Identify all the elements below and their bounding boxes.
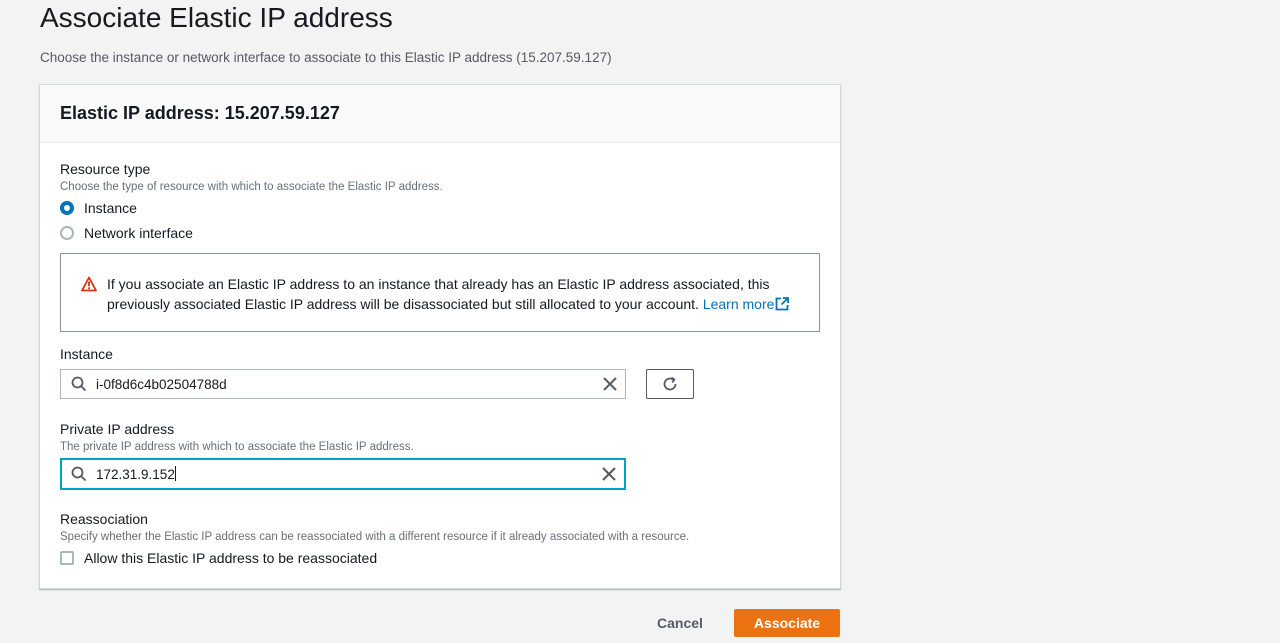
close-icon — [603, 377, 617, 391]
instance-value: i-0f8d6c4b02504788d — [96, 376, 227, 392]
text-caret — [174, 466, 176, 481]
cancel-button[interactable]: Cancel — [640, 609, 720, 637]
search-icon — [71, 466, 87, 482]
reassociation-checkbox-row[interactable]: Allow this Elastic IP address to be reas… — [60, 550, 377, 566]
private-ip-label: Private IP address — [60, 421, 175, 437]
page-description: Choose the instance or network interface… — [40, 50, 612, 65]
clear-instance-button[interactable] — [595, 370, 625, 398]
close-icon — [602, 467, 616, 481]
radio-instance-button[interactable] — [60, 201, 74, 215]
private-ip-description: The private IP address with which to ass… — [60, 441, 414, 453]
radio-network-interface[interactable]: Network interface — [60, 225, 193, 241]
clear-private-ip-button[interactable] — [594, 460, 624, 488]
radio-instance[interactable]: Instance — [60, 200, 137, 216]
reassociation-checkbox-label: Allow this Elastic IP address to be reas… — [84, 550, 378, 566]
radio-network-interface-label: Network interface — [84, 225, 193, 241]
resource-type-label: Resource type — [60, 161, 151, 177]
private-ip-input[interactable]: 172.31.9.152 — [60, 458, 626, 490]
warning-icon — [81, 276, 97, 292]
learn-more-label: Learn more — [702, 296, 775, 312]
reassociation-description: Specify whether the Elastic IP address c… — [60, 531, 690, 543]
reassociation-checkbox[interactable] — [60, 551, 74, 565]
radio-network-interface-button[interactable] — [60, 226, 74, 240]
refresh-icon — [663, 376, 677, 391]
panel-header: Elastic IP address: 15.207.59.127 — [40, 85, 840, 143]
panel-title: Elastic IP address: 15.207.59.127 — [60, 103, 340, 123]
private-ip-value: 172.31.9.152 — [96, 467, 175, 482]
radio-instance-label: Instance — [84, 200, 137, 216]
page-title: Associate Elastic IP address — [40, 2, 393, 33]
instance-input[interactable]: i-0f8d6c4b02504788d — [60, 369, 626, 399]
refresh-button[interactable] — [646, 369, 694, 399]
external-link-icon — [776, 297, 790, 311]
warning-alert: If you associate an Elastic IP address t… — [60, 253, 820, 332]
reassociation-label: Reassociation — [60, 511, 148, 527]
alert-message: If you associate an Elastic IP address t… — [107, 276, 770, 312]
instance-label: Instance — [60, 346, 113, 362]
search-icon — [71, 376, 87, 392]
learn-more-link[interactable]: Learn more — [703, 296, 790, 312]
associate-button[interactable]: Associate — [734, 609, 840, 637]
associate-panel: Elastic IP address: 15.207.59.127 Resour… — [39, 84, 841, 589]
resource-type-description: Choose the type of resource with which t… — [60, 181, 443, 193]
